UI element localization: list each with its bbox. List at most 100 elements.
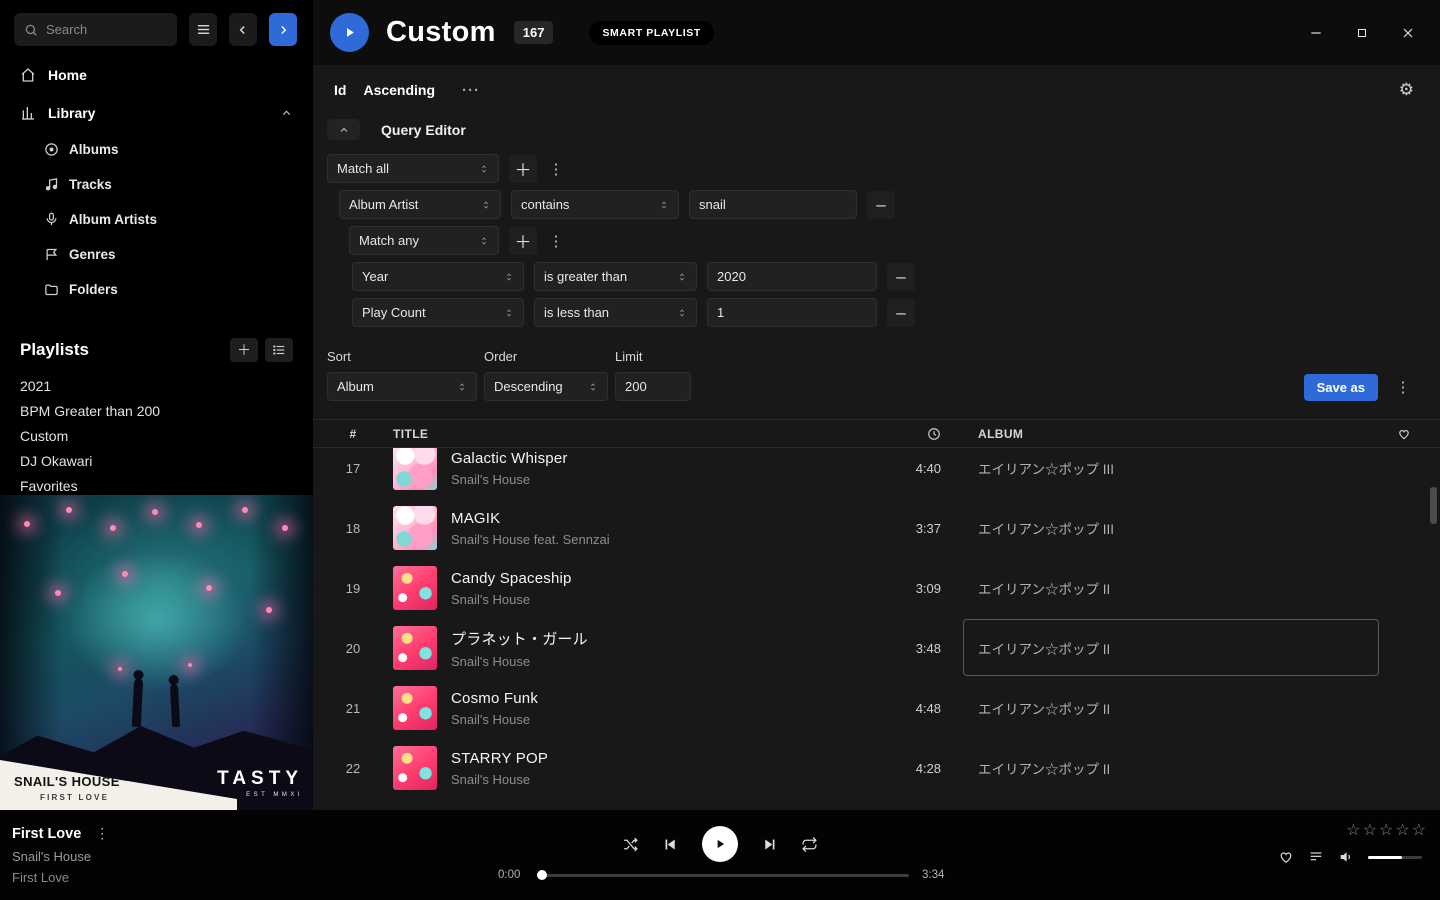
playlist-item[interactable]: Custom: [0, 423, 313, 448]
star-icon[interactable]: ☆: [1395, 820, 1409, 840]
rule-options-button[interactable]: ⋮: [547, 155, 565, 183]
track-album[interactable]: エイリアン☆ポップ II: [978, 638, 1368, 658]
add-rule-button[interactable]: ＋: [509, 155, 537, 183]
column-header-duration[interactable]: [871, 427, 941, 441]
play-playlist-button[interactable]: [330, 13, 369, 52]
seek-knob[interactable]: [537, 870, 547, 880]
query-editor-collapse-button[interactable]: [327, 119, 360, 140]
rule-value-input[interactable]: [717, 269, 867, 284]
column-header-album[interactable]: ALBUM: [978, 427, 1368, 441]
lantern-glow: [122, 571, 128, 577]
scrollbar-thumb[interactable]: [1430, 487, 1437, 524]
limit-input[interactable]: [625, 379, 681, 394]
rule-value-field[interactable]: [707, 262, 877, 291]
now-playing-menu-button[interactable]: ⋮: [95, 825, 109, 842]
menu-button[interactable]: [189, 13, 217, 46]
favorite-button[interactable]: [1278, 849, 1294, 865]
remove-rule-button[interactable]: –: [887, 263, 915, 291]
order-select[interactable]: Descending: [484, 372, 608, 401]
table-row[interactable]: 20 プラネット・ガール Snail's House 3:48 エイリアン☆ポッ…: [313, 618, 1440, 678]
nav-back-button[interactable]: [229, 13, 257, 46]
previous-track-button[interactable]: [662, 836, 679, 853]
rule-field-select[interactable]: Album Artist: [339, 190, 501, 219]
sidebar-item-library[interactable]: Library: [0, 94, 313, 132]
volume-slider[interactable]: [1368, 856, 1422, 859]
queue-button[interactable]: [1308, 849, 1324, 865]
remove-rule-button[interactable]: –: [867, 191, 895, 219]
limit-label: Limit: [615, 349, 691, 364]
track-duration: 4:40: [871, 461, 941, 476]
track-album[interactable]: エイリアン☆ポップ II: [978, 578, 1368, 598]
column-header-favorite[interactable]: [1368, 427, 1440, 441]
group-options-button[interactable]: ⋮: [547, 227, 565, 255]
group-match-type-select[interactable]: Match any: [349, 226, 499, 255]
column-header-index[interactable]: #: [313, 427, 393, 441]
rule-value-input[interactable]: [699, 197, 847, 212]
now-playing-album[interactable]: First Love: [12, 870, 109, 885]
chevron-up-icon[interactable]: [280, 107, 293, 120]
sidebar-item-albums[interactable]: Albums: [0, 132, 313, 167]
nav-forward-button[interactable]: [269, 13, 297, 46]
sort-select[interactable]: Album: [327, 372, 477, 401]
table-row[interactable]: 21 Cosmo Funk Snail's House 4:48 エイリアン☆ポ…: [313, 678, 1440, 738]
minimize-button[interactable]: [1306, 23, 1326, 43]
sidebar-item-home[interactable]: Home: [0, 56, 313, 94]
plus-icon: ＋: [515, 156, 532, 181]
sort-field-button[interactable]: Id: [334, 82, 346, 98]
search-box[interactable]: [14, 13, 177, 46]
search-input[interactable]: [46, 22, 167, 37]
sort-direction-button[interactable]: Ascending: [363, 82, 435, 98]
star-icon[interactable]: ☆: [1363, 820, 1377, 840]
limit-field[interactable]: [615, 372, 691, 401]
rule-operator-select[interactable]: contains: [511, 190, 679, 219]
track-album[interactable]: エイリアン☆ポップ III: [978, 458, 1368, 478]
playlist-item[interactable]: BPM Greater than 200: [0, 398, 313, 423]
sidebar-item-genres[interactable]: Genres: [0, 237, 313, 272]
gear-icon[interactable]: ⚙: [1399, 80, 1414, 100]
toolbar-more-button[interactable]: ···: [462, 82, 480, 99]
table-row[interactable]: 22 STARRY POP Snail's House 4:28 エイリアン☆ポ…: [313, 738, 1440, 798]
rule-operator-select[interactable]: is greater than: [534, 262, 697, 291]
playlist-list-options-button[interactable]: [265, 338, 293, 362]
sidebar-item-tracks[interactable]: Tracks: [0, 167, 313, 202]
play-pause-button[interactable]: [702, 826, 738, 862]
now-playing-title[interactable]: First Love: [12, 826, 81, 842]
add-playlist-button[interactable]: ＋: [230, 338, 258, 362]
remove-rule-button[interactable]: –: [887, 299, 915, 327]
star-icon[interactable]: ☆: [1379, 820, 1393, 840]
repeat-button[interactable]: [801, 836, 818, 853]
track-album[interactable]: エイリアン☆ポップ II: [978, 698, 1368, 718]
shuffle-button[interactable]: [622, 836, 639, 853]
volume-button[interactable]: [1338, 849, 1354, 865]
sidebar-item-label: Album Artists: [69, 212, 157, 227]
column-header-title[interactable]: TITLE: [393, 427, 871, 441]
track-album[interactable]: エイリアン☆ポップ II: [978, 758, 1368, 778]
rule-value-field[interactable]: [707, 298, 877, 327]
sidebar-item-folders[interactable]: Folders: [0, 272, 313, 307]
match-type-select[interactable]: Match all: [327, 154, 499, 183]
list-toolbar: Id Ascending ··· ⚙: [313, 65, 1440, 115]
track-duration: 3:09: [871, 581, 941, 596]
add-group-rule-button[interactable]: ＋: [509, 227, 537, 255]
rule-field-select[interactable]: Play Count: [352, 298, 524, 327]
save-as-button[interactable]: Save as: [1304, 374, 1378, 401]
track-album[interactable]: エイリアン☆ポップ III: [978, 518, 1368, 538]
playlist-item[interactable]: DJ Okawari: [0, 448, 313, 473]
rule-field-select[interactable]: Year: [352, 262, 524, 291]
star-icon[interactable]: ☆: [1346, 820, 1360, 840]
star-icon[interactable]: ☆: [1412, 820, 1426, 840]
rule-operator-select[interactable]: is less than: [534, 298, 697, 327]
playlist-item[interactable]: 2021: [0, 373, 313, 398]
table-row[interactable]: 19 Candy Spaceship Snail's House 3:09 エイ…: [313, 558, 1440, 618]
maximize-button[interactable]: [1352, 23, 1372, 43]
sidebar-item-album-artists[interactable]: Album Artists: [0, 202, 313, 237]
next-track-button[interactable]: [761, 836, 778, 853]
now-playing-artist[interactable]: Snail's House: [12, 849, 109, 864]
query-more-button[interactable]: ⋮: [1394, 373, 1412, 401]
rule-value-input[interactable]: [717, 305, 867, 320]
close-button[interactable]: [1398, 23, 1418, 43]
table-row[interactable]: 17 Galactic Whisper Snail's House 4:40 エ…: [313, 448, 1440, 498]
table-row[interactable]: 18 MAGIK Snail's House feat. Sennzai 3:3…: [313, 498, 1440, 558]
rule-value-field[interactable]: [689, 190, 857, 219]
seek-bar[interactable]: [539, 874, 909, 877]
